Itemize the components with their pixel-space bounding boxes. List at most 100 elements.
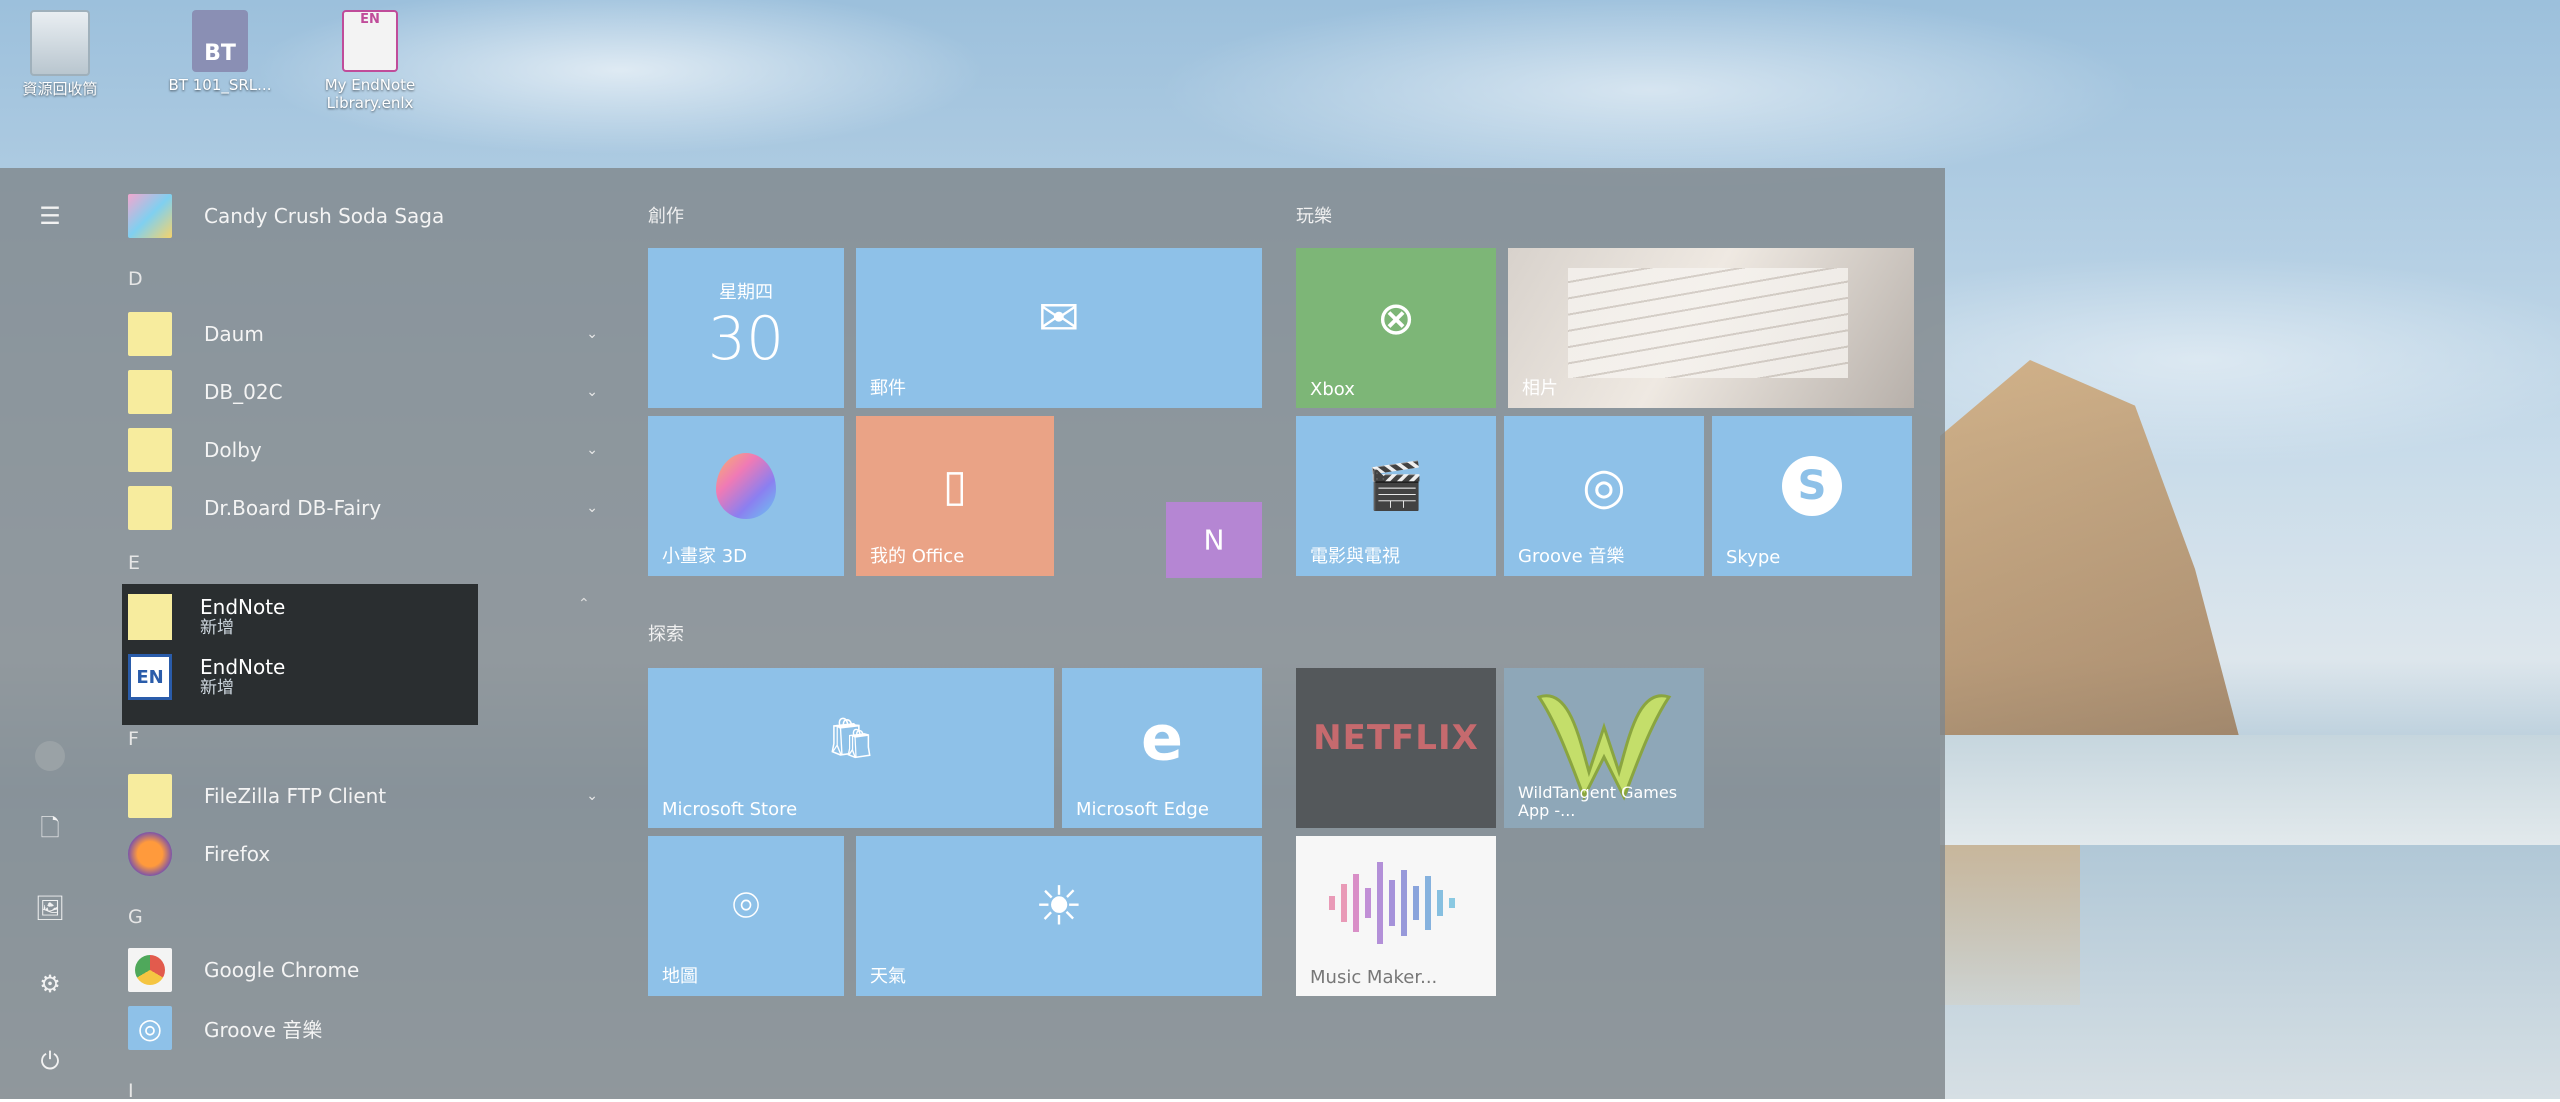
maps-icon: ⌾ (732, 878, 760, 933)
app-label: Candy Crush Soda Saga (204, 204, 445, 228)
endnote-folder-expanded: EndNote 新增 ⌃ EN EndNote 新增 (122, 584, 590, 725)
tile-label: Skype (1726, 547, 1781, 568)
tile-label: 郵件 (870, 378, 906, 399)
recycle-bin-icon (30, 10, 90, 76)
documents-icon[interactable]: 🗋 (32, 813, 68, 849)
store-bag-icon: 🛍 (825, 715, 877, 762)
app-new-badge: 新增 (200, 618, 234, 638)
app-new-badge: 新增 (200, 678, 234, 698)
music-waveform-icon (1321, 858, 1471, 948)
app-folder-filezilla[interactable]: FileZilla FTP Client ⌄ (128, 770, 598, 822)
tile-paint3d[interactable]: 小畫家 3D (648, 416, 844, 576)
desktop-icon-label: My EndNote Library.enlx (324, 76, 416, 112)
app-folder-drboard[interactable]: Dr.Board DB-Fairy ⌄ (128, 482, 598, 534)
chevron-down-icon: ⌄ (586, 500, 598, 516)
tile-netflix[interactable]: NETFLIX (1296, 668, 1496, 828)
app-google-chrome[interactable]: Google Chrome (128, 944, 598, 996)
app-label: EndNote (200, 655, 286, 679)
app-candy-crush[interactable]: Candy Crush Soda Saga (128, 190, 598, 242)
tile-music-maker[interactable]: Music Maker... (1296, 836, 1496, 996)
app-groove-music[interactable]: ◎ Groove 音樂 (128, 1002, 598, 1054)
desktop-icon-label: BT 101_SRL... (168, 76, 272, 94)
tile-label: 小畫家 3D (662, 546, 748, 567)
office-icon: ▯ (942, 460, 968, 512)
app-label: FileZilla FTP Client (204, 784, 387, 808)
app-label: Groove 音樂 (204, 1017, 323, 1042)
endnote-library-file-icon: EN (342, 10, 398, 72)
tile-microsoft-edge[interactable]: e Microsoft Edge (1062, 668, 1262, 828)
tile-label: Microsoft Store (662, 799, 798, 820)
tile-label: WildTangent Games App -... (1518, 783, 1678, 820)
tile-weather[interactable]: ☀ 天氣 (856, 836, 1262, 996)
folder-icon (128, 774, 172, 818)
hamburger-menu-icon[interactable]: ☰ (32, 198, 68, 234)
tile-label: Music Maker... (1310, 967, 1438, 988)
tile-label: 地圖 (662, 966, 698, 987)
wallpaper-sea (1940, 735, 2560, 845)
letter-header-g[interactable]: G (128, 906, 143, 928)
app-label: DB_02C (204, 380, 283, 404)
tile-onenote[interactable]: N (1166, 502, 1262, 578)
calendar-date: 30 (707, 304, 785, 374)
xbox-icon: ⊗ (1376, 291, 1416, 346)
wallpaper-cliff (1940, 360, 2240, 740)
tile-skype[interactable]: S Skype (1712, 416, 1912, 576)
firefox-icon (128, 832, 172, 876)
user-avatar-icon[interactable] (32, 738, 68, 774)
wallpaper-beach (1940, 845, 2080, 1005)
tile-photos[interactable]: 相片 (1508, 248, 1914, 408)
candy-crush-icon (128, 194, 172, 238)
tile-office[interactable]: ▯ 我的 Office (856, 416, 1054, 576)
tile-label: 天氣 (870, 966, 906, 987)
desktop-icon-endnote-library[interactable]: EN My EndNote Library.enlx (310, 10, 430, 112)
start-rail: ☰ 🗋 🖼 ⚙ ⏻ (0, 168, 100, 1099)
app-label: Daum (204, 322, 264, 346)
clapperboard-icon: 🎬 (1367, 458, 1425, 513)
desktop-icon-recycle-bin[interactable]: 資源回收筒 (0, 10, 120, 98)
tile-calendar[interactable]: 星期四 30 (648, 248, 844, 408)
tile-movies[interactable]: 🎬 電影與電視 (1296, 416, 1496, 576)
endnote-app-icon: EN (128, 654, 172, 700)
app-folder-endnote[interactable]: EndNote 新增 ⌃ (128, 594, 590, 640)
chevron-down-icon: ⌄ (586, 442, 598, 458)
app-label: EndNote (200, 595, 286, 619)
app-folder-db02c[interactable]: DB_02C ⌄ (128, 366, 598, 418)
chevron-down-icon: ⌄ (586, 384, 598, 400)
tile-label: 我的 Office (870, 546, 965, 567)
power-icon[interactable]: ⏻ (32, 1043, 68, 1079)
desktop-icon-bt[interactable]: BT BT 101_SRL... (160, 10, 280, 94)
tile-maps[interactable]: ⌾ 地圖 (648, 836, 844, 996)
folder-icon (128, 428, 172, 472)
tile-label: Microsoft Edge (1076, 799, 1209, 820)
onenote-icon: N (1203, 523, 1225, 557)
letter-header-d[interactable]: D (128, 268, 143, 290)
desktop-icon-label: 資源回收筒 (22, 80, 98, 98)
tile-wildtangent[interactable]: WildTangent Games App -... (1504, 668, 1704, 828)
app-folder-dolby[interactable]: Dolby ⌄ (128, 424, 598, 476)
edge-icon: e (1140, 701, 1184, 775)
letter-header-f[interactable]: F (128, 728, 139, 750)
folder-icon (128, 370, 172, 414)
app-folder-daum[interactable]: Daum ⌄ (128, 308, 598, 360)
tile-label: Groove 音樂 (1518, 546, 1625, 567)
pictures-icon[interactable]: 🖼 (32, 890, 68, 926)
app-endnote[interactable]: EN EndNote 新增 (128, 654, 285, 700)
chevron-down-icon: ⌄ (586, 788, 598, 804)
start-menu: ☰ 🗋 🖼 ⚙ ⏻ Candy Crush Soda Saga D Daum ⌄… (0, 168, 1945, 1102)
tile-microsoft-store[interactable]: 🛍 Microsoft Store (648, 668, 1054, 828)
group-title-create[interactable]: 創作 (648, 202, 684, 228)
settings-gear-icon[interactable]: ⚙ (32, 966, 68, 1002)
group-title-explore[interactable]: 探索 (648, 620, 684, 646)
folder-icon (128, 594, 172, 640)
tile-mail[interactable]: ✉ 郵件 (856, 248, 1262, 408)
bt-app-icon: BT (192, 10, 248, 72)
app-label: Dolby (204, 438, 262, 462)
tile-xbox[interactable]: ⊗ Xbox (1296, 248, 1496, 408)
letter-header-e[interactable]: E (128, 552, 140, 574)
group-title-play[interactable]: 玩樂 (1296, 202, 1332, 228)
folder-icon (128, 312, 172, 356)
skype-icon: S (1782, 456, 1842, 517)
app-label: Google Chrome (204, 958, 360, 982)
app-firefox[interactable]: Firefox (128, 828, 598, 880)
tile-groove[interactable]: ◎ Groove 音樂 (1504, 416, 1704, 576)
